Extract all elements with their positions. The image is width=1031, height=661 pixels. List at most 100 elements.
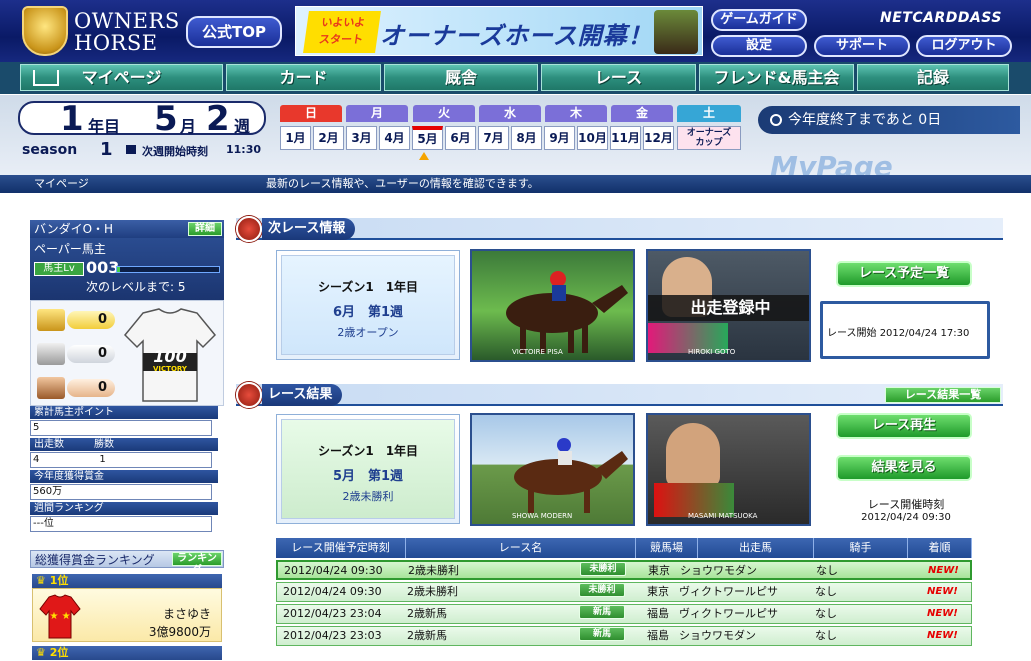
month-number: 5 — [154, 99, 178, 139]
month-cell-9[interactable]: 9月 — [544, 126, 575, 150]
owners-cup-cell[interactable]: オーナーズ カップ — [677, 126, 741, 150]
race-replay-button[interactable]: レース再生 — [836, 413, 972, 439]
stat-value-1: 4 1 — [30, 452, 212, 468]
opening-banner[interactable]: いよいよ スタート オーナーズホース開幕！ — [295, 6, 703, 56]
horse-card-showa-modern[interactable]: SHOWA MODERN — [470, 413, 635, 526]
month-cell-5[interactable]: 5月 — [412, 126, 443, 150]
table-row[interactable]: 2012/04/23 23:03 2歳新馬 福島 ショウワモダン なし 新馬 NEW! — [276, 626, 972, 646]
rank-1-row[interactable]: ★ ★ まさゆき 3億9800万 — [32, 588, 222, 642]
nav-mypage[interactable]: マイページ — [20, 64, 223, 91]
table-header-4: 騎手 — [814, 538, 908, 558]
month-cell-6[interactable]: 6月 — [445, 126, 476, 150]
nav-card[interactable]: カード — [226, 64, 381, 91]
level-value: 003 — [86, 258, 120, 277]
next-race-season: シーズン1 1年目 — [317, 280, 419, 294]
jockey-card-hiroki-goto[interactable]: 出走登録中 HIROKI GOTO — [646, 249, 811, 362]
game-guide-button[interactable]: ゲームガイド — [711, 9, 807, 31]
month-cell-10[interactable]: 10月 — [577, 126, 608, 150]
row-jockey: なし — [815, 629, 837, 642]
row-course: 福島 — [647, 607, 669, 620]
result-race-name: 2歳未勝利 — [342, 490, 394, 503]
row-jockey: なし — [815, 585, 837, 598]
result-week: 5月 第1週 — [332, 469, 404, 484]
next-week-label: 次週開始時刻 — [142, 145, 208, 158]
table-row[interactable]: 2012/04/24 09:30 2歳未勝利 東京 ショウワモダン なし 未勝利 NEW! — [276, 560, 972, 580]
month-cell-8[interactable]: 8月 — [511, 126, 542, 150]
nav-race[interactable]: レース — [541, 64, 696, 91]
nav-stable[interactable]: 厩舎 — [384, 64, 538, 91]
settings-button[interactable]: 設定 — [711, 35, 807, 57]
year-end-countdown: 今年度終了まであと 0日 — [758, 106, 1020, 134]
table-header-3: 出走馬 — [698, 538, 814, 558]
rank-1-amount: 3億9800万 — [148, 625, 211, 639]
race-held-label: レース開催時刻 — [867, 498, 945, 511]
season-label: season — [22, 142, 78, 158]
crown-icon: ♛ — [36, 646, 46, 659]
silks-number: 100 — [153, 347, 187, 366]
row-result: NEW! — [928, 565, 959, 576]
row-course: 福島 — [647, 629, 669, 642]
race-held-time: 2012/04/24 09:30 — [861, 512, 951, 523]
month-cell-12[interactable]: 12月 — [643, 126, 674, 150]
stat-label-0: 累計馬主ポイント — [30, 406, 218, 419]
row-horse: ショウワモダン — [680, 564, 757, 577]
year-end-text: 今年度終了まであと 0日 — [788, 112, 942, 128]
jockey-card-masami-matsuoka[interactable]: MASAMI MATSUOKA — [646, 413, 811, 526]
row-jockey: なし — [816, 564, 838, 577]
netcarddass-logo: NETCARDDASS — [880, 10, 1002, 26]
card2-caption: HIROKI GOTO — [688, 348, 736, 356]
race-grade-badge: 未勝利 — [580, 562, 626, 576]
ranking-button[interactable]: ランキング — [172, 552, 222, 576]
month-cell-2[interactable]: 2月 — [313, 126, 344, 150]
next-race-title: 次レース情報 — [262, 218, 356, 240]
nav-record[interactable]: 記録 — [857, 64, 1009, 91]
weekday-0: 日 — [280, 105, 342, 122]
sidebar: バンダイO・H 詳細 ペーパー馬主 馬主Lv 003 次のレベルまで: 5 0 … — [30, 220, 224, 661]
race-grade-badge: 未勝利 — [579, 583, 625, 597]
gold-trophy-icon — [37, 309, 65, 331]
season-number: 1 — [100, 139, 113, 160]
month-cell-4[interactable]: 4月 — [379, 126, 410, 150]
owners-horse-logo[interactable]: OWNERS HORSE — [20, 4, 180, 58]
logout-button[interactable]: ログアウト — [916, 35, 1012, 57]
red-silks-icon: ★ ★ — [39, 594, 81, 639]
month-cell-11[interactable]: 11月 — [610, 126, 641, 150]
row-race-name: 2歳未勝利 — [408, 564, 459, 577]
horse-card-victoire-pisa[interactable]: VICTOIRE PISA — [470, 249, 635, 362]
race-result-card: シーズン1 1年目 5月 第1週 2歳未勝利 — [276, 414, 460, 524]
banner-tag: いよいよ スタート — [303, 11, 381, 53]
month-cell-1[interactable]: 1月 — [280, 126, 311, 150]
racehorse-image — [506, 271, 628, 353]
detail-button[interactable]: 詳細 — [188, 222, 222, 236]
level-label: 馬主Lv — [34, 262, 84, 276]
race-schedule-button[interactable]: レース予定一覧 — [836, 261, 972, 287]
support-button[interactable]: サポート — [814, 35, 910, 57]
weekday-2: 火 — [413, 105, 475, 122]
race-start-label: レース開始 — [827, 328, 877, 339]
month-cell-3[interactable]: 3月 — [346, 126, 377, 150]
row-time: 2012/04/23 23:04 — [283, 607, 382, 620]
row-race-name: 2歳新馬 — [407, 629, 447, 642]
row-horse: ヴィクトワールピサ — [679, 607, 778, 620]
race-grade-badge: 新馬 — [579, 627, 625, 641]
race-start-time: 2012/04/24 17:30 — [879, 328, 970, 339]
official-top-button[interactable]: 公式TOP — [186, 16, 282, 48]
month-cell-7[interactable]: 7月 — [478, 126, 509, 150]
race-result-list-button[interactable]: レース結果一覧 — [885, 387, 1001, 403]
breadcrumb-bar: マイページ 最新のレース情報や、ユーザーの情報を確認できます。 — [0, 175, 1031, 193]
row-time: 2012/04/24 09:30 — [284, 564, 383, 577]
header-bar: OWNERS HORSE 公式TOP いよいよ スタート オーナーズホース開幕！… — [0, 0, 1031, 62]
owner-name: バンダイO・H — [34, 222, 114, 236]
table-row[interactable]: 2012/04/24 09:30 2歳未勝利 東京 ヴィクトワールピサ なし 未勝利 NEW… — [276, 582, 972, 602]
nav-friend[interactable]: フレンド&馬主会 — [699, 64, 854, 91]
rank-1-header: ♛ 1位 — [32, 574, 222, 588]
main-nav: マイページ カード 厩舎 レース フレンド&馬主会 記録 — [0, 62, 1031, 94]
row-result: NEW! — [927, 608, 958, 619]
ranking-title: 総獲得賞金ランキング — [35, 553, 155, 567]
table-header-2: 競馬場 — [636, 538, 698, 558]
table-row[interactable]: 2012/04/23 23:04 2歳新馬 福島 ヴィクトワールピサ なし 新馬 NEW! — [276, 604, 972, 624]
racehorse-image — [514, 438, 628, 513]
view-result-button[interactable]: 結果を見る — [836, 455, 972, 481]
trophy-g1: 0 — [37, 309, 115, 331]
horse-emblem-icon — [236, 216, 262, 242]
